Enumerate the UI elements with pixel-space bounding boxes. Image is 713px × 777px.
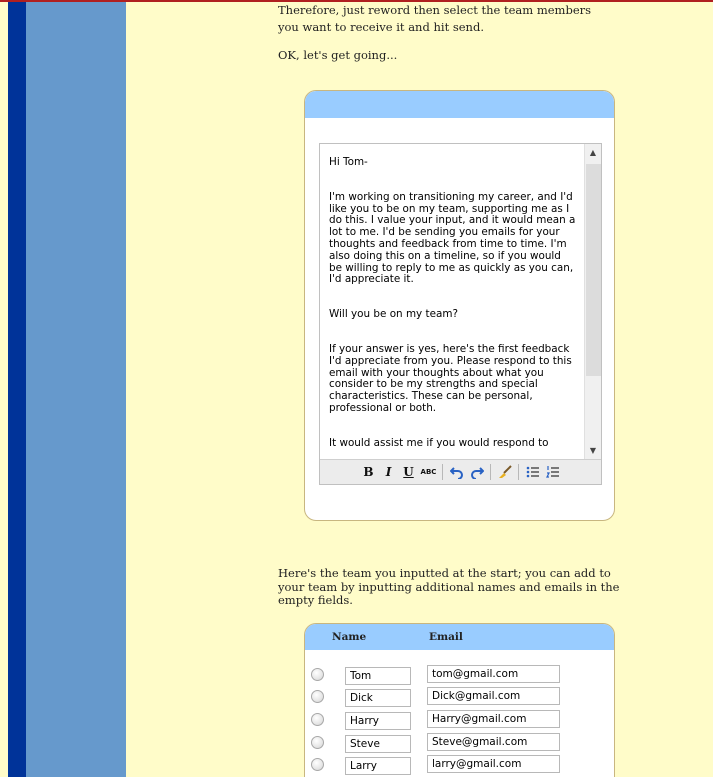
strikethrough-button[interactable]: ABC [419,463,438,482]
team-panel: Name Email [304,623,615,777]
email-panel-header [305,91,614,118]
sidebar-light-bar [26,2,126,777]
editor-toolbar: B I U ABC [320,459,601,484]
column-header-name: Name [332,631,367,643]
member-radio[interactable] [311,736,324,749]
toolbar-separator [490,464,491,480]
member-name-input[interactable] [345,712,411,730]
intro-ok-line: OK, let's get going... [278,48,398,62]
member-email-input[interactable] [427,665,560,683]
numbered-list-icon[interactable] [543,463,562,482]
email-body[interactable]: Hi Tom- I'm working on transitioning my … [320,144,585,459]
member-email-input[interactable] [427,733,560,751]
italic-button[interactable]: I [379,463,398,482]
member-radio[interactable] [311,668,324,681]
member-email-input[interactable] [427,755,560,773]
email-paragraph-3: If your answer is yes, here's the first … [329,342,572,414]
sidebar-dark-bar [8,2,26,777]
email-panel: Hi Tom- I'm working on transitioning my … [304,90,615,521]
member-radio[interactable] [311,758,324,771]
toolbar-separator [442,464,443,480]
underline-button[interactable]: U [399,463,418,482]
member-name-input[interactable] [345,735,411,753]
scroll-down-icon[interactable]: ▼ [585,442,601,459]
team-row [305,710,614,730]
intro-line-1: Therefore, just reword then select the t… [278,3,592,17]
member-radio[interactable] [311,690,324,703]
bold-button[interactable]: B [359,463,378,482]
scroll-thumb[interactable] [586,164,601,376]
team-row [305,755,614,775]
column-header-email: Email [429,631,463,643]
team-table-header: Name Email [305,624,614,650]
member-email-input[interactable] [427,710,560,728]
broom-icon[interactable] [495,463,514,482]
redo-icon[interactable] [467,463,486,482]
intro-line-2: you want to receive it and hit send. [278,20,484,34]
email-greeting: Hi Tom- [329,156,368,168]
team-row [305,665,614,685]
member-name-input[interactable] [345,667,411,685]
member-radio[interactable] [311,713,324,726]
team-row [305,687,614,707]
email-editor[interactable]: Hi Tom- I'm working on transitioning my … [319,143,602,485]
email-paragraph-1: I'm working on transitioning my career, … [329,190,576,286]
bullet-list-icon[interactable] [523,463,542,482]
email-paragraph-2: Will you be on my team? [329,308,458,321]
toolbar-separator [518,464,519,480]
editor-scrollbar[interactable]: ▲ ▼ [584,144,601,459]
email-paragraph-4: It would assist me if you would respond … [329,436,549,449]
team-intro-text: Here's the team you inputted at the star… [278,566,620,607]
member-name-input[interactable] [345,689,411,707]
scroll-up-icon[interactable]: ▲ [585,144,601,161]
member-name-input[interactable] [345,757,411,775]
undo-icon[interactable] [447,463,466,482]
member-email-input[interactable] [427,687,560,705]
team-row [305,733,614,753]
